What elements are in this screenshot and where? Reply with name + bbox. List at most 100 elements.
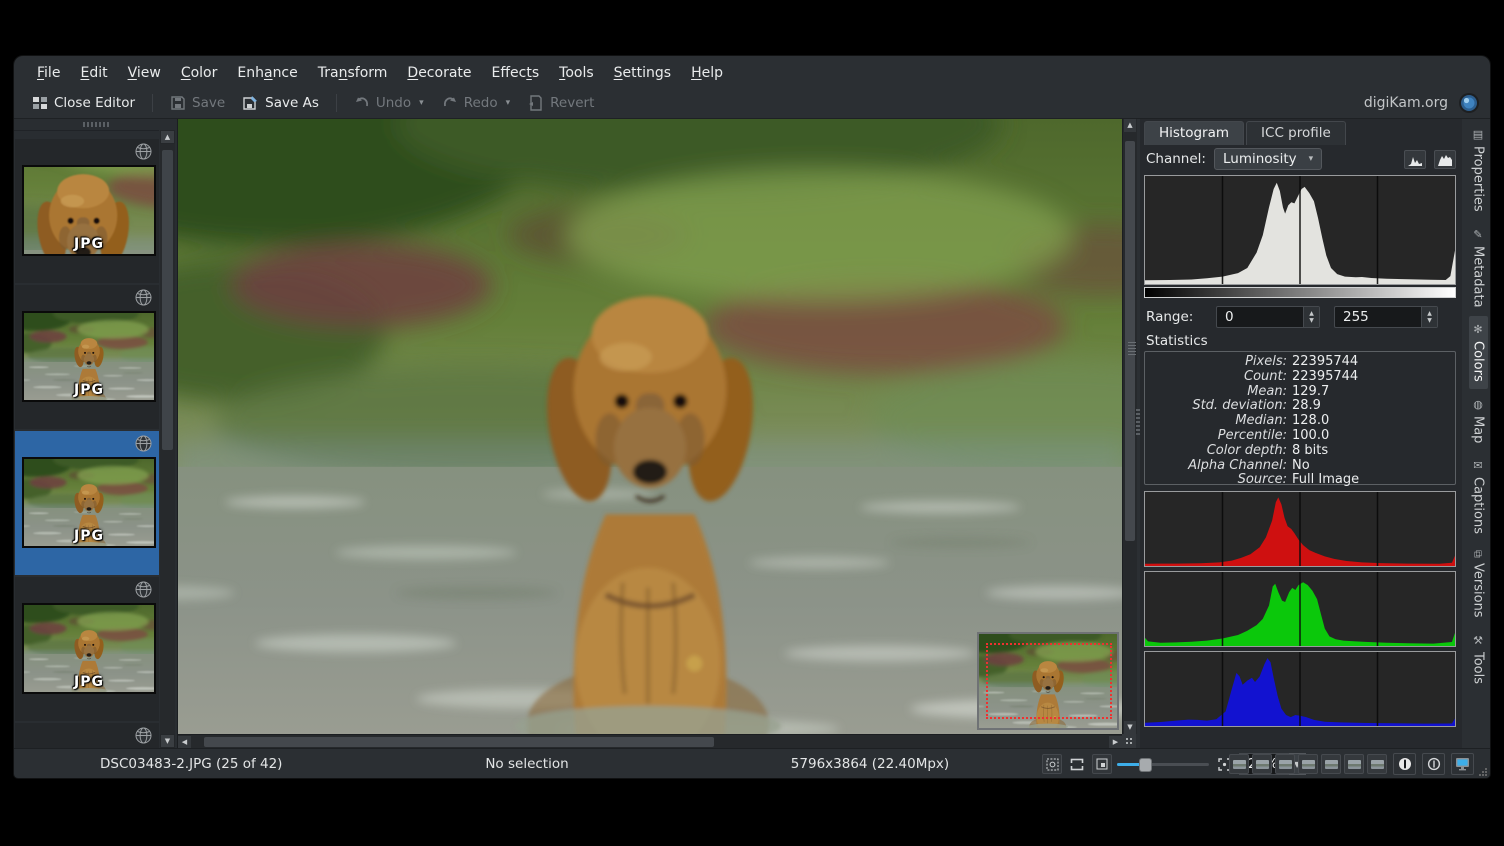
redo-button[interactable]: Redo ▾: [434, 91, 518, 115]
geolocation-icon: [135, 143, 152, 160]
luminosity-histogram[interactable]: [1144, 175, 1456, 285]
close-editor-button[interactable]: Close Editor: [24, 91, 143, 115]
canvas-horizontal-scrollbar[interactable]: ◀ ▶: [178, 734, 1122, 749]
tab-icc-profile[interactable]: ICC profile: [1246, 121, 1346, 145]
sidetab-colors[interactable]: ✻Colors: [1469, 316, 1488, 389]
menu-color[interactable]: Color: [172, 61, 227, 85]
sidetab-map[interactable]: ◍Map: [1469, 391, 1488, 450]
horizontal-scrollbar-thumb[interactable]: [204, 737, 714, 747]
scroll-down-icon[interactable]: ▼: [1124, 721, 1136, 734]
logarithmic-scale-button[interactable]: [1434, 150, 1456, 169]
channel-label: Channel:: [1146, 151, 1206, 167]
stat-value: Full Image: [1292, 473, 1359, 488]
undo-dropdown-icon[interactable]: ▾: [419, 98, 424, 108]
captions-icon: ✉: [1472, 459, 1485, 472]
toolbar-separator: [336, 94, 337, 112]
preview-mode-button-1[interactable]: [1229, 754, 1249, 774]
stat-value: 28.9: [1292, 399, 1321, 414]
stat-value: 100.0: [1292, 429, 1329, 444]
linear-scale-button[interactable]: [1404, 150, 1426, 169]
menu-settings[interactable]: Settings: [605, 61, 680, 85]
menu-file[interactable]: File: [28, 61, 69, 85]
sidebar-splitter-handle[interactable]: [83, 122, 109, 127]
menu-transform[interactable]: Transform: [309, 61, 397, 85]
overexposure-indicator-button[interactable]: [1422, 753, 1445, 775]
statistics-box: Pixels:22395744Count:22395744Mean:129.7S…: [1144, 351, 1456, 485]
preview-mode-button-5[interactable]: [1321, 754, 1341, 774]
fit-window-button[interactable]: [1067, 754, 1087, 774]
scroll-up-icon[interactable]: ▲: [1124, 119, 1136, 132]
scroll-down-icon[interactable]: ▼: [160, 734, 175, 748]
save-button[interactable]: Save: [162, 91, 233, 115]
save-as-button[interactable]: Save As: [235, 91, 327, 115]
preview-mode-button-4[interactable]: [1298, 754, 1318, 774]
digikam-brand-label: digiKam.org: [1364, 95, 1448, 111]
menu-edit[interactable]: Edit: [71, 61, 116, 85]
range-min-spinbox[interactable]: 0 ▲▼: [1216, 306, 1320, 328]
thumbnail-photo[interactable]: JPG: [22, 603, 156, 694]
menu-view[interactable]: View: [119, 61, 170, 85]
preview-mode-button-3[interactable]: [1275, 754, 1295, 774]
redo-dropdown-icon[interactable]: ▾: [506, 98, 511, 108]
sidetab-properties[interactable]: ▤Properties: [1469, 121, 1488, 219]
channel-select[interactable]: Luminosity ▾: [1214, 148, 1322, 170]
thumbnail-item-5[interactable]: [15, 723, 159, 748]
thumbnail-photo[interactable]: JPG: [22, 311, 156, 402]
preview-mode-button-2[interactable]: [1252, 754, 1272, 774]
color-managed-view-button[interactable]: [1451, 753, 1474, 775]
stat-value: 22395744: [1292, 370, 1358, 385]
editor-canvas[interactable]: [178, 119, 1122, 734]
format-badge: JPG: [24, 674, 154, 690]
scroll-up-icon[interactable]: ▲: [160, 130, 175, 144]
pan-tool-corner-button[interactable]: [1122, 734, 1136, 748]
thumbnail-item-1[interactable]: JPG: [15, 139, 159, 283]
thumbnail-photo[interactable]: JPG: [22, 165, 156, 256]
menu-decorate[interactable]: Decorate: [398, 61, 480, 85]
thumbnail-item-2[interactable]: JPG: [15, 285, 159, 429]
canvas-vertical-scrollbar[interactable]: ▲ ▼: [1122, 119, 1137, 734]
underexposure-indicator-button[interactable]: [1393, 753, 1416, 775]
range-min-value[interactable]: 0: [1217, 309, 1303, 325]
zoom-slider[interactable]: [1117, 754, 1209, 774]
status-filename: DSC03483-2.JPG (25 of 42): [100, 756, 282, 772]
stat-value: 22395744: [1292, 355, 1358, 370]
save-as-label: Save As: [265, 95, 319, 111]
thumbnail-photo[interactable]: JPG: [22, 457, 156, 548]
preview-mode-button-6[interactable]: [1344, 754, 1364, 774]
scroll-right-icon[interactable]: ▶: [1109, 736, 1122, 748]
preview-mode-button-7[interactable]: [1367, 754, 1387, 774]
sidetab-tools[interactable]: ⚒Tools: [1469, 627, 1488, 691]
thumbnail-item-3[interactable]: JPG: [15, 431, 159, 575]
statusbar-buttons: [1229, 752, 1474, 776]
pan-navigator-overlay[interactable]: [977, 632, 1119, 730]
vertical-scrollbar-thumb[interactable]: [1125, 141, 1135, 541]
menu-enhance[interactable]: Enhance: [228, 61, 306, 85]
menu-help[interactable]: Help: [682, 61, 732, 85]
menu-effects[interactable]: Effects: [483, 61, 549, 85]
thumbnail-scrollbar-thumb[interactable]: [162, 150, 173, 450]
range-max-spinbox[interactable]: 255 ▲▼: [1334, 306, 1438, 328]
sidetab-captions[interactable]: ✉Captions: [1469, 452, 1488, 541]
menu-tools[interactable]: Tools: [550, 61, 603, 85]
sidetab-versions[interactable]: ⧉Versions: [1469, 543, 1488, 624]
scroll-left-icon[interactable]: ◀: [178, 736, 191, 748]
save-label: Save: [192, 95, 225, 111]
sidetab-metadata[interactable]: ✎Metadata: [1469, 221, 1488, 315]
redo-icon: [442, 95, 458, 111]
geolocation-icon: [135, 581, 152, 598]
undo-button[interactable]: Undo ▾: [346, 91, 432, 115]
fit-selection-button[interactable]: [1092, 754, 1112, 774]
zoom-selection-button[interactable]: [1042, 754, 1062, 774]
tab-histogram[interactable]: Histogram: [1144, 121, 1244, 145]
spinner-arrows-icon[interactable]: ▲▼: [1421, 307, 1437, 327]
window-resize-grip[interactable]: [1478, 767, 1488, 777]
navigator-view-rectangle[interactable]: [986, 643, 1112, 719]
thumbnail-scrollbar[interactable]: ▲ ▼: [160, 130, 175, 748]
range-max-value[interactable]: 255: [1335, 309, 1421, 325]
thumbnail-item-4[interactable]: JPG: [15, 577, 159, 721]
spinner-arrows-icon[interactable]: ▲▼: [1303, 307, 1319, 327]
zoom-slider-handle[interactable]: [1139, 758, 1152, 772]
status-selection: No selection: [427, 756, 627, 772]
revert-button[interactable]: Revert: [520, 91, 602, 115]
colors-panel: Histogram ICC profile Channel: Luminosit…: [1140, 119, 1462, 748]
